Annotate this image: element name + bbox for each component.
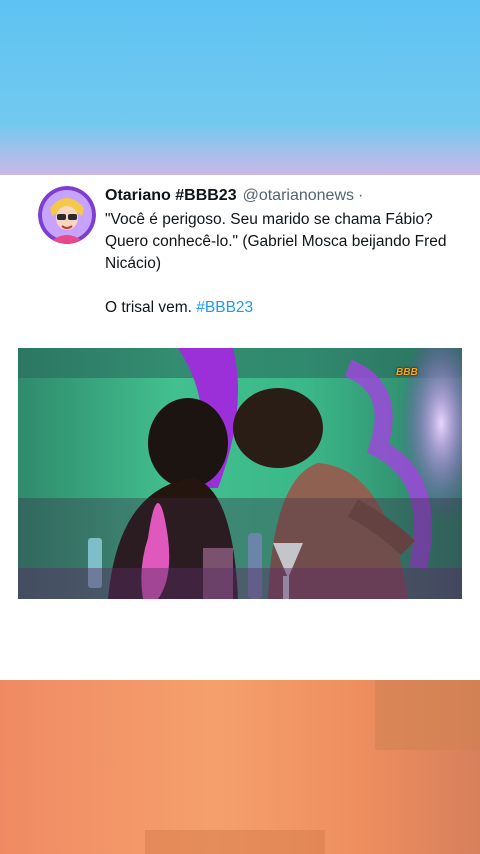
profile-avatar[interactable] bbox=[38, 186, 96, 244]
tweet-text-line1: "Você é perigoso. Seu marido se chama Fá… bbox=[105, 211, 447, 272]
avatar-image bbox=[38, 186, 96, 244]
display-name[interactable]: Otariano #BBB23 bbox=[105, 187, 237, 204]
blurred-background-bottom bbox=[0, 680, 480, 854]
user-handle[interactable]: @otarianonews bbox=[243, 187, 354, 204]
tweet-text-line2: O trisal vem. #BBB23 bbox=[105, 297, 450, 319]
tv-logo-watermark: BBB bbox=[396, 367, 418, 378]
separator-dot: · bbox=[358, 187, 364, 204]
hashtag-link[interactable]: #BBB23 bbox=[196, 299, 253, 316]
tweet-header: Otariano #BBB23 @otarianonews · bbox=[105, 186, 470, 206]
blur-block bbox=[375, 680, 480, 750]
tweet-text-line2-prefix: O trisal vem. bbox=[105, 299, 192, 316]
blurred-background-top bbox=[0, 0, 480, 175]
tweet-media-video[interactable] bbox=[18, 348, 462, 599]
tweet-text: "Você é perigoso. Seu marido se chama Fá… bbox=[105, 209, 450, 319]
blur-block bbox=[145, 830, 325, 854]
video-frame-image bbox=[18, 348, 462, 599]
